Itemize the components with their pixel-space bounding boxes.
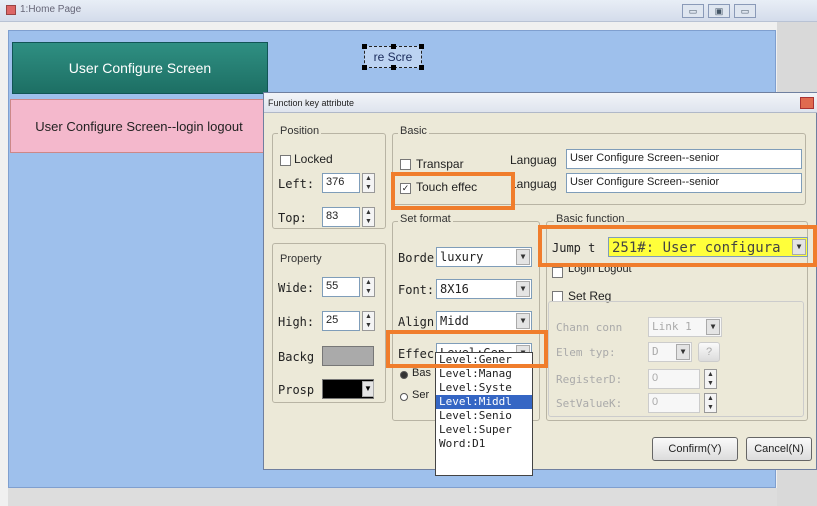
senior-radio[interactable] bbox=[400, 393, 408, 401]
high-spinner[interactable]: ▲ ▼ bbox=[362, 311, 375, 331]
basic-radio[interactable] bbox=[400, 371, 408, 379]
cancel-button[interactable]: Cancel(N) bbox=[746, 437, 812, 461]
register-d-input[interactable]: 0 bbox=[648, 369, 700, 389]
channel-value: Link 1 bbox=[652, 320, 692, 333]
basic-radio-label: Bas bbox=[412, 367, 431, 379]
locked-label: Locked bbox=[294, 152, 333, 166]
align-select[interactable]: Midd ▼ bbox=[436, 311, 532, 331]
login-logout-checkbox[interactable] bbox=[552, 267, 563, 278]
set-value-spinner[interactable]: ▲ ▼ bbox=[704, 393, 717, 413]
property-group-label: Property bbox=[278, 253, 324, 265]
dropdown-option[interactable]: Level:Super bbox=[436, 423, 532, 437]
dropdown-option[interactable]: Level:Syste bbox=[436, 381, 532, 395]
font-value: 8X16 bbox=[440, 282, 469, 296]
high-input[interactable]: 25 bbox=[322, 311, 360, 331]
prospect-label: Prosp bbox=[278, 383, 315, 397]
left-spinner[interactable]: ▲ ▼ bbox=[362, 173, 375, 193]
element-type-label: Elem typ: bbox=[556, 346, 616, 359]
font-label: Font: bbox=[398, 283, 435, 297]
top-spinner[interactable]: ▲ ▼ bbox=[362, 207, 375, 227]
window-title: 1:Home Page bbox=[20, 4, 82, 15]
align-label: Align bbox=[398, 315, 435, 329]
element-type-select[interactable]: D ▼ bbox=[648, 342, 692, 362]
channel-select[interactable]: Link 1 ▼ bbox=[648, 317, 722, 337]
position-group-label: Position bbox=[278, 125, 322, 137]
chevron-down-icon[interactable]: ▼ bbox=[516, 281, 530, 297]
app-icon bbox=[6, 5, 16, 15]
font-select[interactable]: 8X16 ▼ bbox=[436, 279, 532, 299]
left-input[interactable]: 376 bbox=[322, 173, 360, 193]
transparent-checkbox[interactable] bbox=[400, 159, 411, 170]
dropdown-option[interactable]: Word:D1 bbox=[436, 437, 532, 451]
top-input[interactable]: 83 bbox=[322, 207, 360, 227]
dropdown-option-selected[interactable]: Level:Middl bbox=[436, 395, 532, 409]
set-value-label: SetValueK: bbox=[556, 397, 623, 410]
set-format-group-label: Set format bbox=[398, 213, 453, 225]
channel-label: Chann conn bbox=[556, 321, 623, 334]
left-label: Left: bbox=[278, 177, 315, 191]
register-d-label: RegisterD: bbox=[556, 373, 623, 386]
chevron-down-icon[interactable]: ▼ bbox=[516, 313, 530, 329]
close-icon[interactable] bbox=[800, 97, 814, 109]
set-value-input[interactable]: 0 bbox=[648, 393, 700, 413]
jump-highlight bbox=[538, 225, 817, 267]
effect-highlight bbox=[386, 330, 548, 368]
resize-handle[interactable] bbox=[419, 44, 424, 49]
dropdown-option[interactable]: Level:Manag bbox=[436, 367, 532, 381]
main-window-titlebar: 1:Home Page ▭ ▣ ▭ bbox=[0, 0, 817, 22]
element-type-value: D bbox=[652, 345, 659, 358]
language-label-1: Languag bbox=[510, 153, 557, 167]
senior-radio-label: Ser bbox=[412, 389, 430, 401]
basic-function-group-label: Basic function bbox=[554, 213, 627, 225]
restore-button[interactable]: ▭ bbox=[734, 4, 756, 18]
maximize-button[interactable]: ▣ bbox=[708, 4, 730, 18]
language-input-2[interactable]: User Configure Screen--senior bbox=[566, 173, 802, 193]
locked-checkbox[interactable] bbox=[280, 155, 291, 166]
wide-label: Wide: bbox=[278, 281, 315, 295]
chevron-down-icon[interactable]: ▼ bbox=[706, 319, 720, 335]
chevron-down-icon[interactable]: ▼ bbox=[676, 344, 690, 360]
language-input-1[interactable]: User Configure Screen--senior bbox=[566, 149, 802, 169]
resize-handle[interactable] bbox=[362, 65, 367, 70]
top-label: Top: bbox=[278, 211, 307, 225]
resize-handle[interactable] bbox=[391, 44, 396, 49]
confirm-button[interactable]: Confirm(Y) bbox=[652, 437, 738, 461]
background-color-picker[interactable] bbox=[322, 346, 374, 366]
wide-spinner[interactable]: ▲ ▼ bbox=[362, 277, 375, 297]
effect-dropdown-list: Level:Gener Level:Manag Level:Syste Leve… bbox=[435, 352, 533, 476]
resize-handle[interactable] bbox=[419, 65, 424, 70]
bottom-strip bbox=[8, 488, 777, 506]
resize-handle[interactable] bbox=[391, 65, 396, 70]
login-logout-button[interactable]: User Configure Screen--login logout bbox=[10, 99, 268, 153]
language-label-2: Languag bbox=[510, 177, 557, 191]
high-label: High: bbox=[278, 315, 315, 329]
function-key-dialog: Function key attribute Position Locked L… bbox=[263, 92, 817, 470]
background-label: Backg bbox=[278, 350, 315, 364]
register-d-spinner[interactable]: ▲ ▼ bbox=[704, 369, 717, 389]
chevron-down-icon[interactable]: ▼ bbox=[516, 249, 530, 265]
element-help-button[interactable]: ? bbox=[698, 342, 720, 362]
basic-group-label: Basic bbox=[398, 125, 429, 137]
user-configure-screen-button[interactable]: User Configure Screen bbox=[12, 42, 268, 94]
resize-handle[interactable] bbox=[362, 44, 367, 49]
touch-effect-highlight bbox=[391, 172, 515, 210]
dropdown-option[interactable]: Level:Senio bbox=[436, 409, 532, 423]
align-value: Midd bbox=[440, 314, 469, 328]
dialog-titlebar: Function key attribute bbox=[264, 93, 817, 113]
transparent-label: Transpar bbox=[416, 157, 464, 171]
minimize-button[interactable]: ▭ bbox=[682, 4, 704, 18]
border-select[interactable]: luxury ▼ bbox=[436, 247, 532, 267]
chevron-down-icon[interactable]: ▼ bbox=[362, 381, 374, 397]
dialog-title: Function key attribute bbox=[268, 98, 355, 108]
border-value: luxury bbox=[440, 250, 484, 264]
border-label: Borde bbox=[398, 251, 435, 265]
wide-input[interactable]: 55 bbox=[322, 277, 360, 297]
